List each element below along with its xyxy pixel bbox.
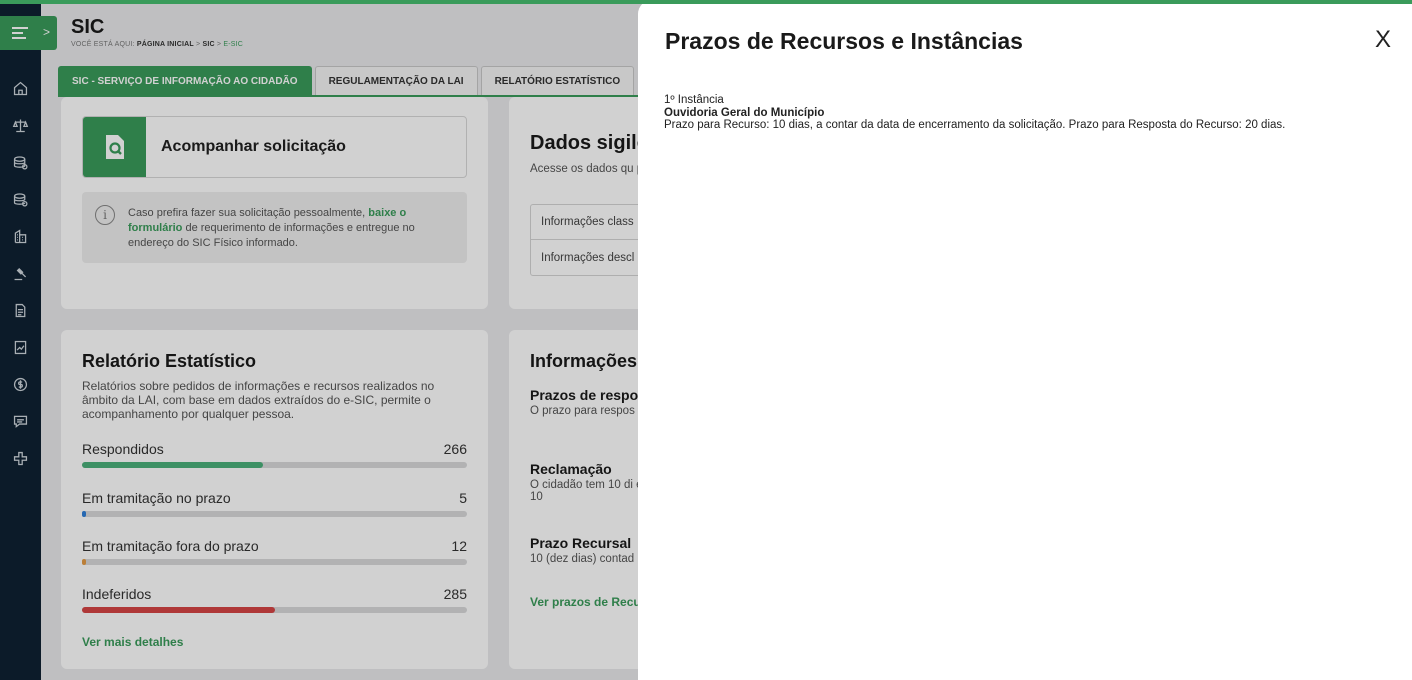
organization-name: Ouvidoria Geral do Município — [664, 106, 825, 119]
modal-title: Prazos de Recursos e Instâncias — [665, 28, 1023, 54]
top-accent-line — [0, 0, 1412, 4]
deadline-text: Prazo para Recurso: 10 dias, a contar da… — [664, 119, 1286, 131]
modal-body: 1º Instância Ouvidoria Geral do Municípi… — [664, 94, 1285, 132]
deadlines-modal: Prazos de Recursos e Instâncias X 1º Ins… — [638, 0, 1412, 680]
close-button[interactable]: X — [1375, 26, 1391, 54]
instance-label: 1º Instância — [664, 94, 724, 106]
